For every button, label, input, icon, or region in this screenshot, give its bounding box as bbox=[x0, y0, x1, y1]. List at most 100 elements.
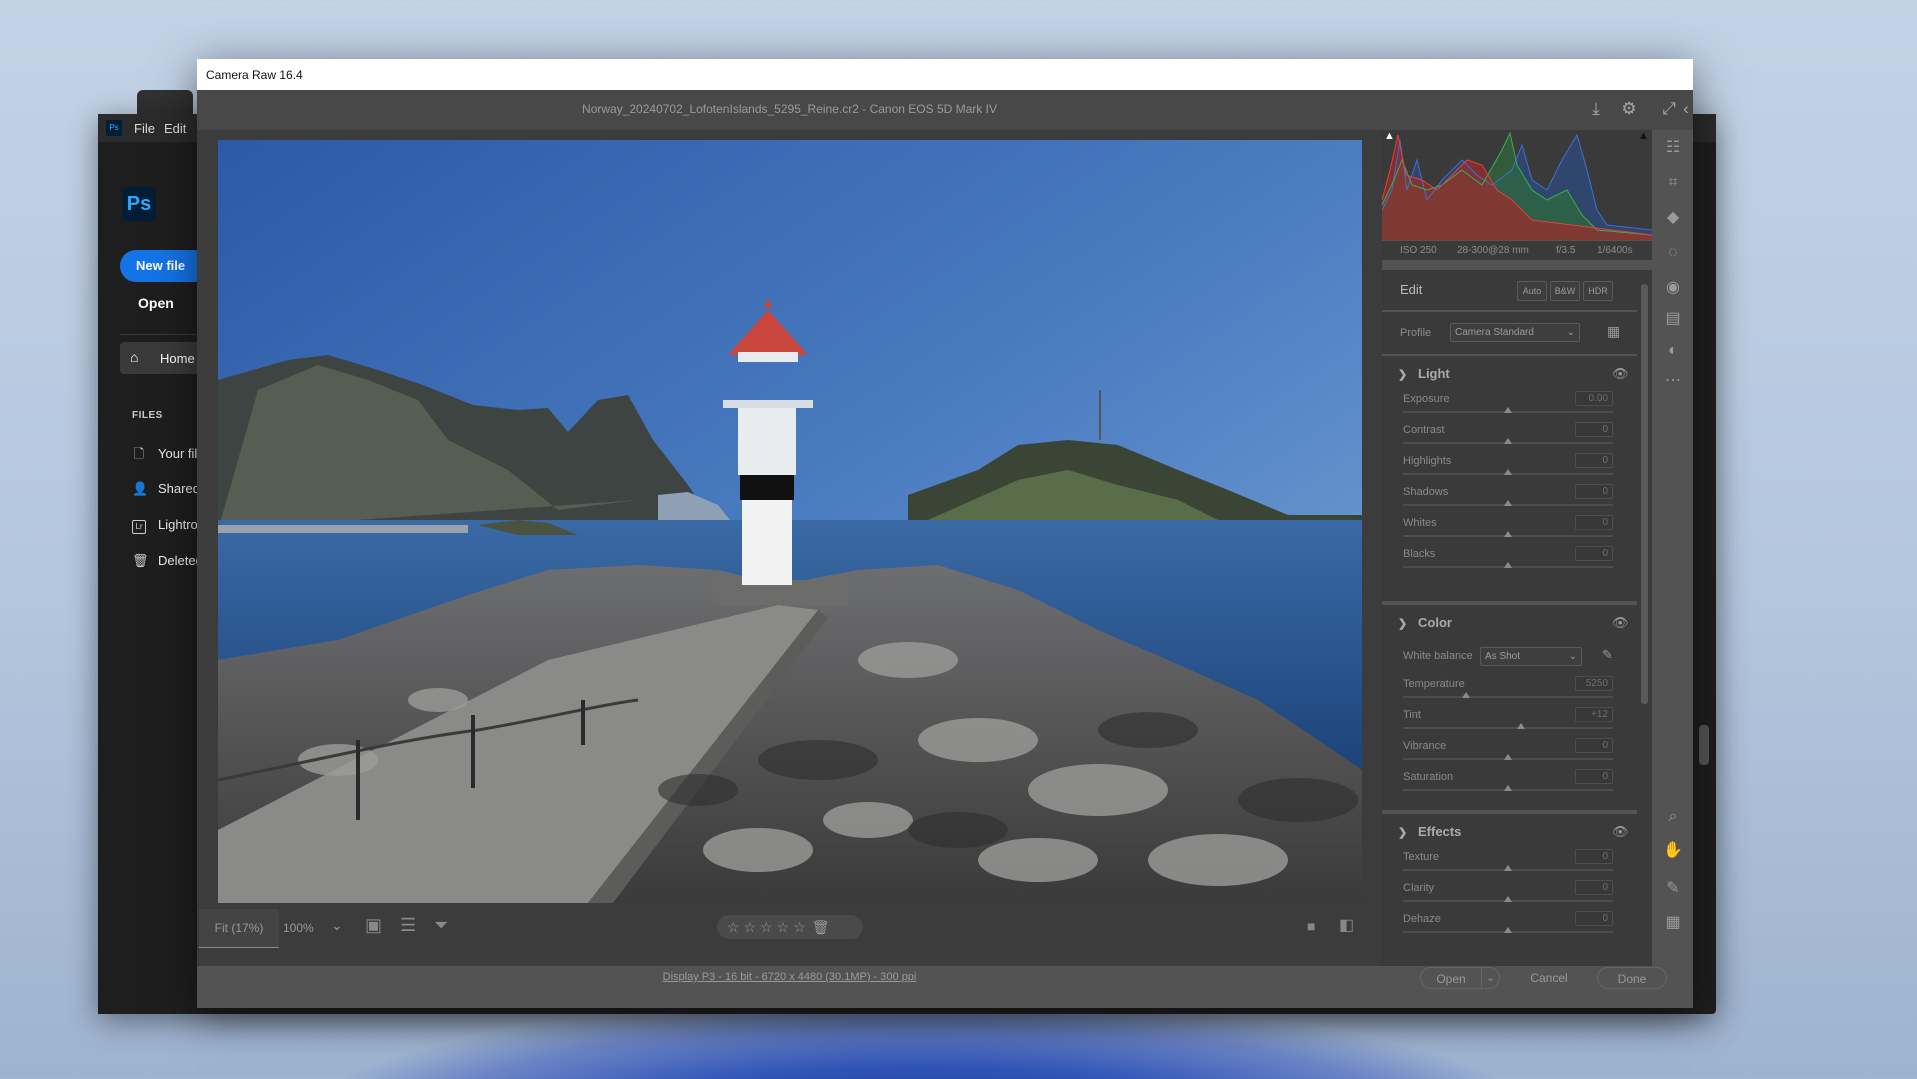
more-options-icon[interactable]: ⋯ bbox=[1662, 370, 1684, 392]
chevron-down-icon: ❯ bbox=[1398, 827, 1408, 839]
slider-value-field[interactable]: 0 bbox=[1575, 738, 1613, 753]
hdr-button[interactable]: HDR bbox=[1583, 281, 1613, 301]
zoom-tool-icon[interactable]: ⌕ bbox=[1662, 806, 1684, 828]
open-options-chevron-icon[interactable]: ⌄ bbox=[1482, 967, 1500, 989]
ps-scrollbar[interactable] bbox=[1693, 215, 1716, 986]
collapse-icon[interactable]: ‹ bbox=[1679, 98, 1693, 120]
eye-icon[interactable]: 👁 bbox=[1612, 615, 1629, 631]
crop-icon[interactable]: ⌗ bbox=[1662, 172, 1684, 194]
slider-track[interactable] bbox=[1403, 754, 1613, 760]
profile-value: Camera Standard bbox=[1455, 327, 1534, 338]
before-after-icon[interactable]: ◧ bbox=[1339, 915, 1354, 935]
slider-thumb[interactable] bbox=[1504, 562, 1512, 568]
profile-browser-icon[interactable]: ▦ bbox=[1607, 323, 1620, 340]
profile-select[interactable]: Camera Standard ⌄ bbox=[1450, 323, 1580, 342]
slider-value-field[interactable]: 0 bbox=[1575, 515, 1613, 530]
filter-icon[interactable]: ⏷ bbox=[434, 915, 448, 936]
slider-value-field[interactable]: 5250 bbox=[1575, 676, 1613, 691]
slider-track[interactable] bbox=[1403, 723, 1613, 729]
slider-thumb[interactable] bbox=[1504, 896, 1512, 902]
slider-value-field[interactable]: 0 bbox=[1575, 880, 1613, 895]
edit-sliders-icon[interactable]: ☷ bbox=[1662, 137, 1684, 159]
done-button[interactable]: Done bbox=[1597, 967, 1667, 989]
slider-value-field[interactable]: 0 bbox=[1575, 453, 1613, 468]
filmstrip-icon[interactable]: ▣ bbox=[365, 915, 382, 936]
slider-thumb[interactable] bbox=[1504, 865, 1512, 871]
menu-file[interactable]: File bbox=[134, 121, 155, 136]
shadow-clipping-icon[interactable]: ▲ bbox=[1384, 130, 1395, 142]
slider-track[interactable] bbox=[1403, 927, 1613, 933]
slider-track[interactable] bbox=[1403, 531, 1613, 537]
white-balance-select[interactable]: As Shot ⌄ bbox=[1480, 647, 1582, 666]
sort-icon[interactable]: ☰ bbox=[400, 915, 416, 936]
slider-thumb[interactable] bbox=[1504, 500, 1512, 506]
slider-value-field[interactable]: 0 bbox=[1575, 849, 1613, 864]
highlight-clipping-icon[interactable]: ▲ bbox=[1638, 130, 1649, 142]
presets-icon[interactable]: ◐ bbox=[1662, 340, 1684, 362]
grid-overlay-icon[interactable]: ▦ bbox=[1662, 912, 1684, 934]
sidebar-item-lightroom[interactable]: LrLightroom photos bbox=[132, 517, 202, 534]
masking-icon[interactable]: ◌ bbox=[1662, 242, 1684, 264]
slider-track[interactable] bbox=[1403, 407, 1613, 413]
slider-label: Saturation bbox=[1403, 771, 1454, 783]
slider-track[interactable] bbox=[1403, 469, 1613, 475]
slider-thumb[interactable] bbox=[1504, 438, 1512, 444]
sidebar-item-deleted[interactable]: 🗑 Deleted bbox=[132, 553, 202, 569]
star-rating[interactable]: ☆☆☆☆☆ 🗑 bbox=[717, 915, 863, 939]
eye-icon[interactable]: 👁 bbox=[1612, 366, 1629, 382]
effects-section-toggle[interactable]: ❯ Effects bbox=[1398, 824, 1461, 839]
sidebar-item-shared[interactable]: 👤Shared with you bbox=[132, 481, 202, 497]
bw-button[interactable]: B&W bbox=[1550, 281, 1580, 301]
sidebar-item-your-files[interactable]: 🗋Your files bbox=[132, 445, 202, 467]
panel-scrollbar[interactable] bbox=[1637, 270, 1652, 966]
slider-thumb[interactable] bbox=[1504, 469, 1512, 475]
slider-thumb[interactable] bbox=[1504, 927, 1512, 933]
slider-track[interactable] bbox=[1403, 896, 1613, 902]
snapshots-icon[interactable]: ▤ bbox=[1662, 308, 1684, 330]
slider-track[interactable] bbox=[1403, 500, 1613, 506]
slider-value-field[interactable]: 0 bbox=[1575, 769, 1613, 784]
color-sampler-icon[interactable]: ✎ bbox=[1662, 878, 1684, 900]
slider-track[interactable] bbox=[1403, 438, 1613, 444]
auto-button[interactable]: Auto bbox=[1517, 281, 1547, 301]
menu-edit[interactable]: Edit bbox=[164, 121, 186, 136]
eyedropper-icon[interactable]: ✎ bbox=[1602, 647, 1613, 663]
eye-icon[interactable]: 👁 bbox=[1612, 824, 1629, 840]
slider-track[interactable] bbox=[1403, 865, 1613, 871]
slider-thumb[interactable] bbox=[1504, 754, 1512, 760]
slider-value-field[interactable]: +12 bbox=[1575, 707, 1613, 722]
settings-gear-icon[interactable]: ⚙ bbox=[1618, 98, 1640, 120]
slider-track[interactable] bbox=[1403, 562, 1613, 568]
color-section-toggle[interactable]: ❯ Color bbox=[1398, 615, 1452, 630]
slider-track[interactable] bbox=[1403, 692, 1613, 698]
slider-value-field[interactable]: 0 bbox=[1575, 422, 1613, 437]
slider-value-field[interactable]: 0 bbox=[1575, 911, 1613, 926]
white-balance-label: White balance bbox=[1403, 650, 1473, 662]
slider-thumb[interactable] bbox=[1504, 785, 1512, 791]
open-button[interactable]: Open bbox=[138, 295, 174, 311]
slider-thumb[interactable] bbox=[1504, 531, 1512, 537]
slider-track[interactable] bbox=[1403, 785, 1613, 791]
light-section-toggle[interactable]: ❯ Light bbox=[1398, 366, 1450, 381]
cancel-button[interactable]: Cancel bbox=[1519, 967, 1579, 989]
trash-icon[interactable]: 🗑 bbox=[812, 919, 830, 935]
slider-value-field[interactable]: 0.00 bbox=[1575, 391, 1613, 406]
slider-value-field[interactable]: 0 bbox=[1575, 546, 1613, 561]
fullscreen-icon[interactable]: ⤢ bbox=[1658, 98, 1680, 120]
zoom-100-button[interactable]: 100% bbox=[283, 921, 314, 935]
remove-eraser-icon[interactable]: ◆ bbox=[1662, 207, 1684, 229]
workflow-options-link[interactable]: Display P3 - 16 bit - 6720 x 4480 (30.1M… bbox=[197, 971, 1382, 983]
save-image-icon[interactable]: ⤓ bbox=[1585, 98, 1607, 120]
scrollbar-thumb[interactable] bbox=[1641, 284, 1648, 704]
slider-thumb[interactable] bbox=[1504, 407, 1512, 413]
slider-thumb[interactable] bbox=[1462, 692, 1470, 698]
slider-value-field[interactable]: 0 bbox=[1575, 484, 1613, 499]
single-view-icon[interactable]: ■ bbox=[1307, 918, 1315, 934]
red-eye-icon[interactable]: ◉ bbox=[1662, 277, 1684, 299]
open-button[interactable]: Open bbox=[1420, 967, 1482, 989]
hand-tool-icon[interactable]: ✋ bbox=[1662, 840, 1684, 862]
photo-preview[interactable] bbox=[218, 140, 1362, 903]
slider-thumb[interactable] bbox=[1516, 723, 1525, 729]
zoom-fit-button[interactable]: Fit (17%) bbox=[199, 909, 279, 948]
zoom-dropdown-chevron-icon[interactable]: ⌄ bbox=[331, 917, 343, 934]
